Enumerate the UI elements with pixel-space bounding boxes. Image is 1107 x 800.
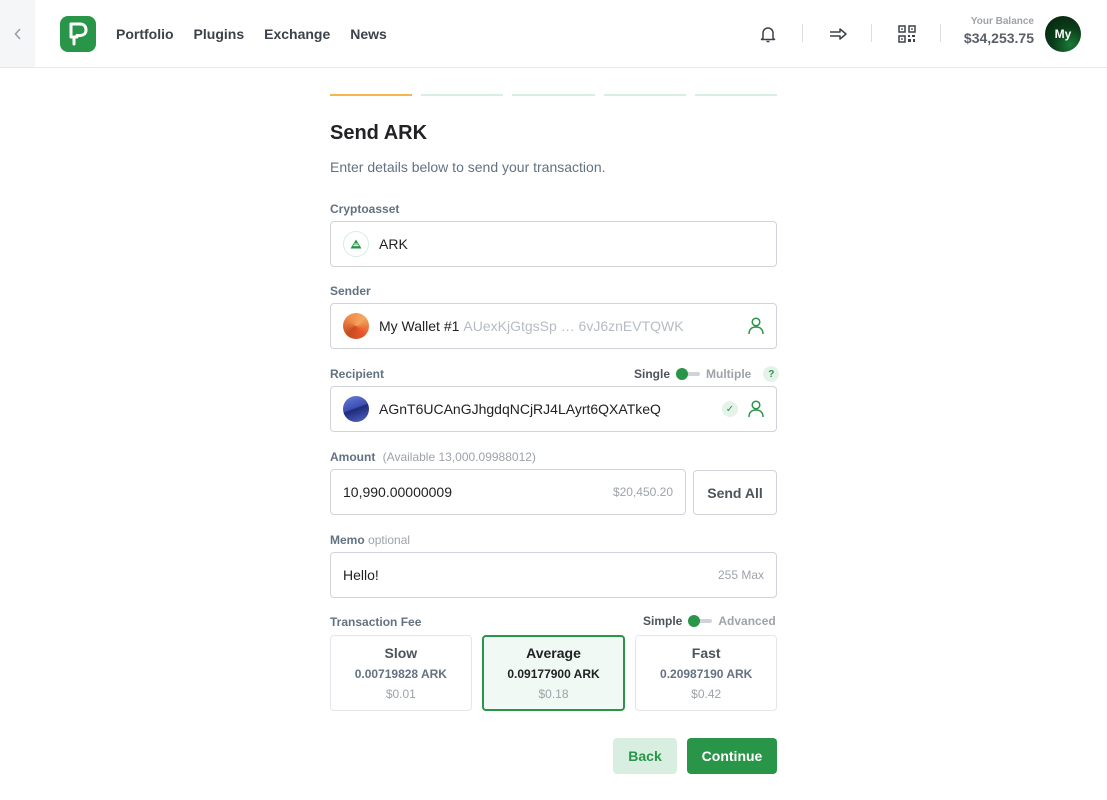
memo-label: Memo optional xyxy=(330,533,410,547)
continue-button[interactable]: Continue xyxy=(687,738,777,774)
profile-avatar[interactable]: My xyxy=(1045,16,1081,52)
page-title: Send ARK xyxy=(330,122,428,144)
main-nav: Portfolio Plugins Exchange News xyxy=(116,0,387,68)
fee-crypto: 0.20987190 ARK xyxy=(660,667,753,681)
memo-input[interactable]: Hello! 255 Max xyxy=(330,552,777,598)
nav-plugins[interactable]: Plugins xyxy=(194,26,245,42)
fee-crypto: 0.09177900 ARK xyxy=(507,667,600,681)
amount-available: (Available 13,000.09988012) xyxy=(382,450,536,464)
memo-value: Hello! xyxy=(343,567,379,583)
sender-wallet-avatar xyxy=(343,313,369,339)
fee-options: Slow 0.00719828 ARK $0.01 Average 0.0917… xyxy=(330,635,778,711)
cryptoasset-value: ARK xyxy=(379,236,408,252)
sender-wallet-name: My Wallet #1 xyxy=(379,318,460,334)
step-indicator xyxy=(421,94,504,96)
qr-scan-button[interactable] xyxy=(895,22,919,46)
nav-news[interactable]: News xyxy=(350,26,387,42)
chevron-left-icon xyxy=(13,27,21,40)
recipient-mode-toggle[interactable] xyxy=(676,368,701,380)
qr-code-icon xyxy=(898,25,916,43)
header-divider xyxy=(940,24,941,42)
top-header: Portfolio Plugins Exchange News Your Bal… xyxy=(0,0,1107,68)
cryptoasset-label: Cryptoasset xyxy=(330,202,400,216)
step-indicator xyxy=(512,94,595,96)
sender-field[interactable]: My Wallet #1 AUexKjGtgsSp … 6vJ6znEVTQWK xyxy=(330,303,777,349)
balance-label: Your Balance xyxy=(970,16,1034,27)
fee-name: Slow xyxy=(384,645,418,661)
memo-label-text: Memo xyxy=(330,533,365,547)
sender-address: AUexKjGtgsSp … 6vJ6znEVTQWK xyxy=(463,318,684,334)
amount-value: 10,990.00000009 xyxy=(343,484,452,500)
recipient-field[interactable]: AGnT6UCAnGJhgdqNCjRJ4LAyrt6QXATkeQ ✓ xyxy=(330,386,777,432)
fee-name: Fast xyxy=(691,645,721,661)
fee-fiat: $0.18 xyxy=(538,687,569,701)
bell-icon xyxy=(760,27,776,43)
notifications-button[interactable] xyxy=(756,22,780,46)
memo-max: 255 Max xyxy=(717,568,764,582)
amount-fiat: $20,450.20 xyxy=(612,485,673,499)
select-sender-button[interactable] xyxy=(748,317,764,335)
collapse-sidebar-button[interactable] xyxy=(0,0,35,67)
step-indicator xyxy=(694,94,778,96)
nav-exchange[interactable]: Exchange xyxy=(264,26,330,42)
fee-label: Transaction Fee xyxy=(330,615,422,629)
toggle-single-label: Single xyxy=(634,367,671,381)
send-button[interactable] xyxy=(826,22,850,46)
header-divider xyxy=(802,24,803,42)
page-subtitle: Enter details below to send your transac… xyxy=(330,159,606,175)
fee-name: Average xyxy=(526,645,581,661)
check-icon: ✓ xyxy=(722,401,738,417)
cryptoasset-select[interactable]: ARK xyxy=(330,221,777,267)
fee-mode-toggle[interactable] xyxy=(688,615,713,627)
step-indicator xyxy=(330,94,413,96)
toggle-simple-label: Simple xyxy=(643,614,683,628)
toggle-multiple-label: Multiple xyxy=(706,367,752,381)
fee-fiat: $0.01 xyxy=(385,687,416,701)
recipient-mode-toggle-row: Single Multiple ? xyxy=(634,366,780,382)
amount-label: Amount (Available 13,000.09988012) xyxy=(330,450,536,464)
nav-portfolio[interactable]: Portfolio xyxy=(116,26,174,42)
fee-option-average[interactable]: Average 0.09177900 ARK $0.18 xyxy=(481,635,626,711)
payvo-logo-icon xyxy=(69,22,88,46)
recipient-address: AGnT6UCAnGJhgdqNCjRJ4LAyrt6QXATkeQ xyxy=(379,401,661,417)
sender-label: Sender xyxy=(330,284,371,298)
help-icon[interactable]: ? xyxy=(763,366,780,382)
ark-icon xyxy=(343,231,369,257)
fee-mode-toggle-row: Simple Advanced xyxy=(643,614,776,628)
send-all-button[interactable]: Send All xyxy=(693,470,777,515)
app-logo[interactable] xyxy=(60,16,96,52)
fee-option-fast[interactable]: Fast 0.20987190 ARK $0.42 xyxy=(635,635,778,711)
send-arrow-icon xyxy=(830,28,847,40)
balance-display: Your Balance $34,253.75 xyxy=(950,16,1034,46)
step-progress xyxy=(330,94,778,96)
balance-value: $34,253.75 xyxy=(963,30,1034,46)
memo-optional: optional xyxy=(368,533,411,547)
step-indicator xyxy=(603,94,686,96)
recipient-label: Recipient xyxy=(330,367,385,381)
toggle-advanced-label: Advanced xyxy=(718,614,776,628)
back-button[interactable]: Back xyxy=(613,738,677,774)
fee-option-slow[interactable]: Slow 0.00719828 ARK $0.01 xyxy=(330,635,472,711)
amount-input[interactable]: 10,990.00000009 $20,450.20 xyxy=(330,469,686,515)
select-recipient-button[interactable] xyxy=(748,400,764,418)
fee-fiat: $0.42 xyxy=(691,687,722,701)
recipient-wallet-avatar xyxy=(343,396,369,422)
amount-label-text: Amount xyxy=(330,450,376,464)
user-icon xyxy=(748,317,764,335)
user-icon xyxy=(748,400,764,418)
fee-crypto: 0.00719828 ARK xyxy=(354,667,447,681)
header-divider xyxy=(871,24,872,42)
